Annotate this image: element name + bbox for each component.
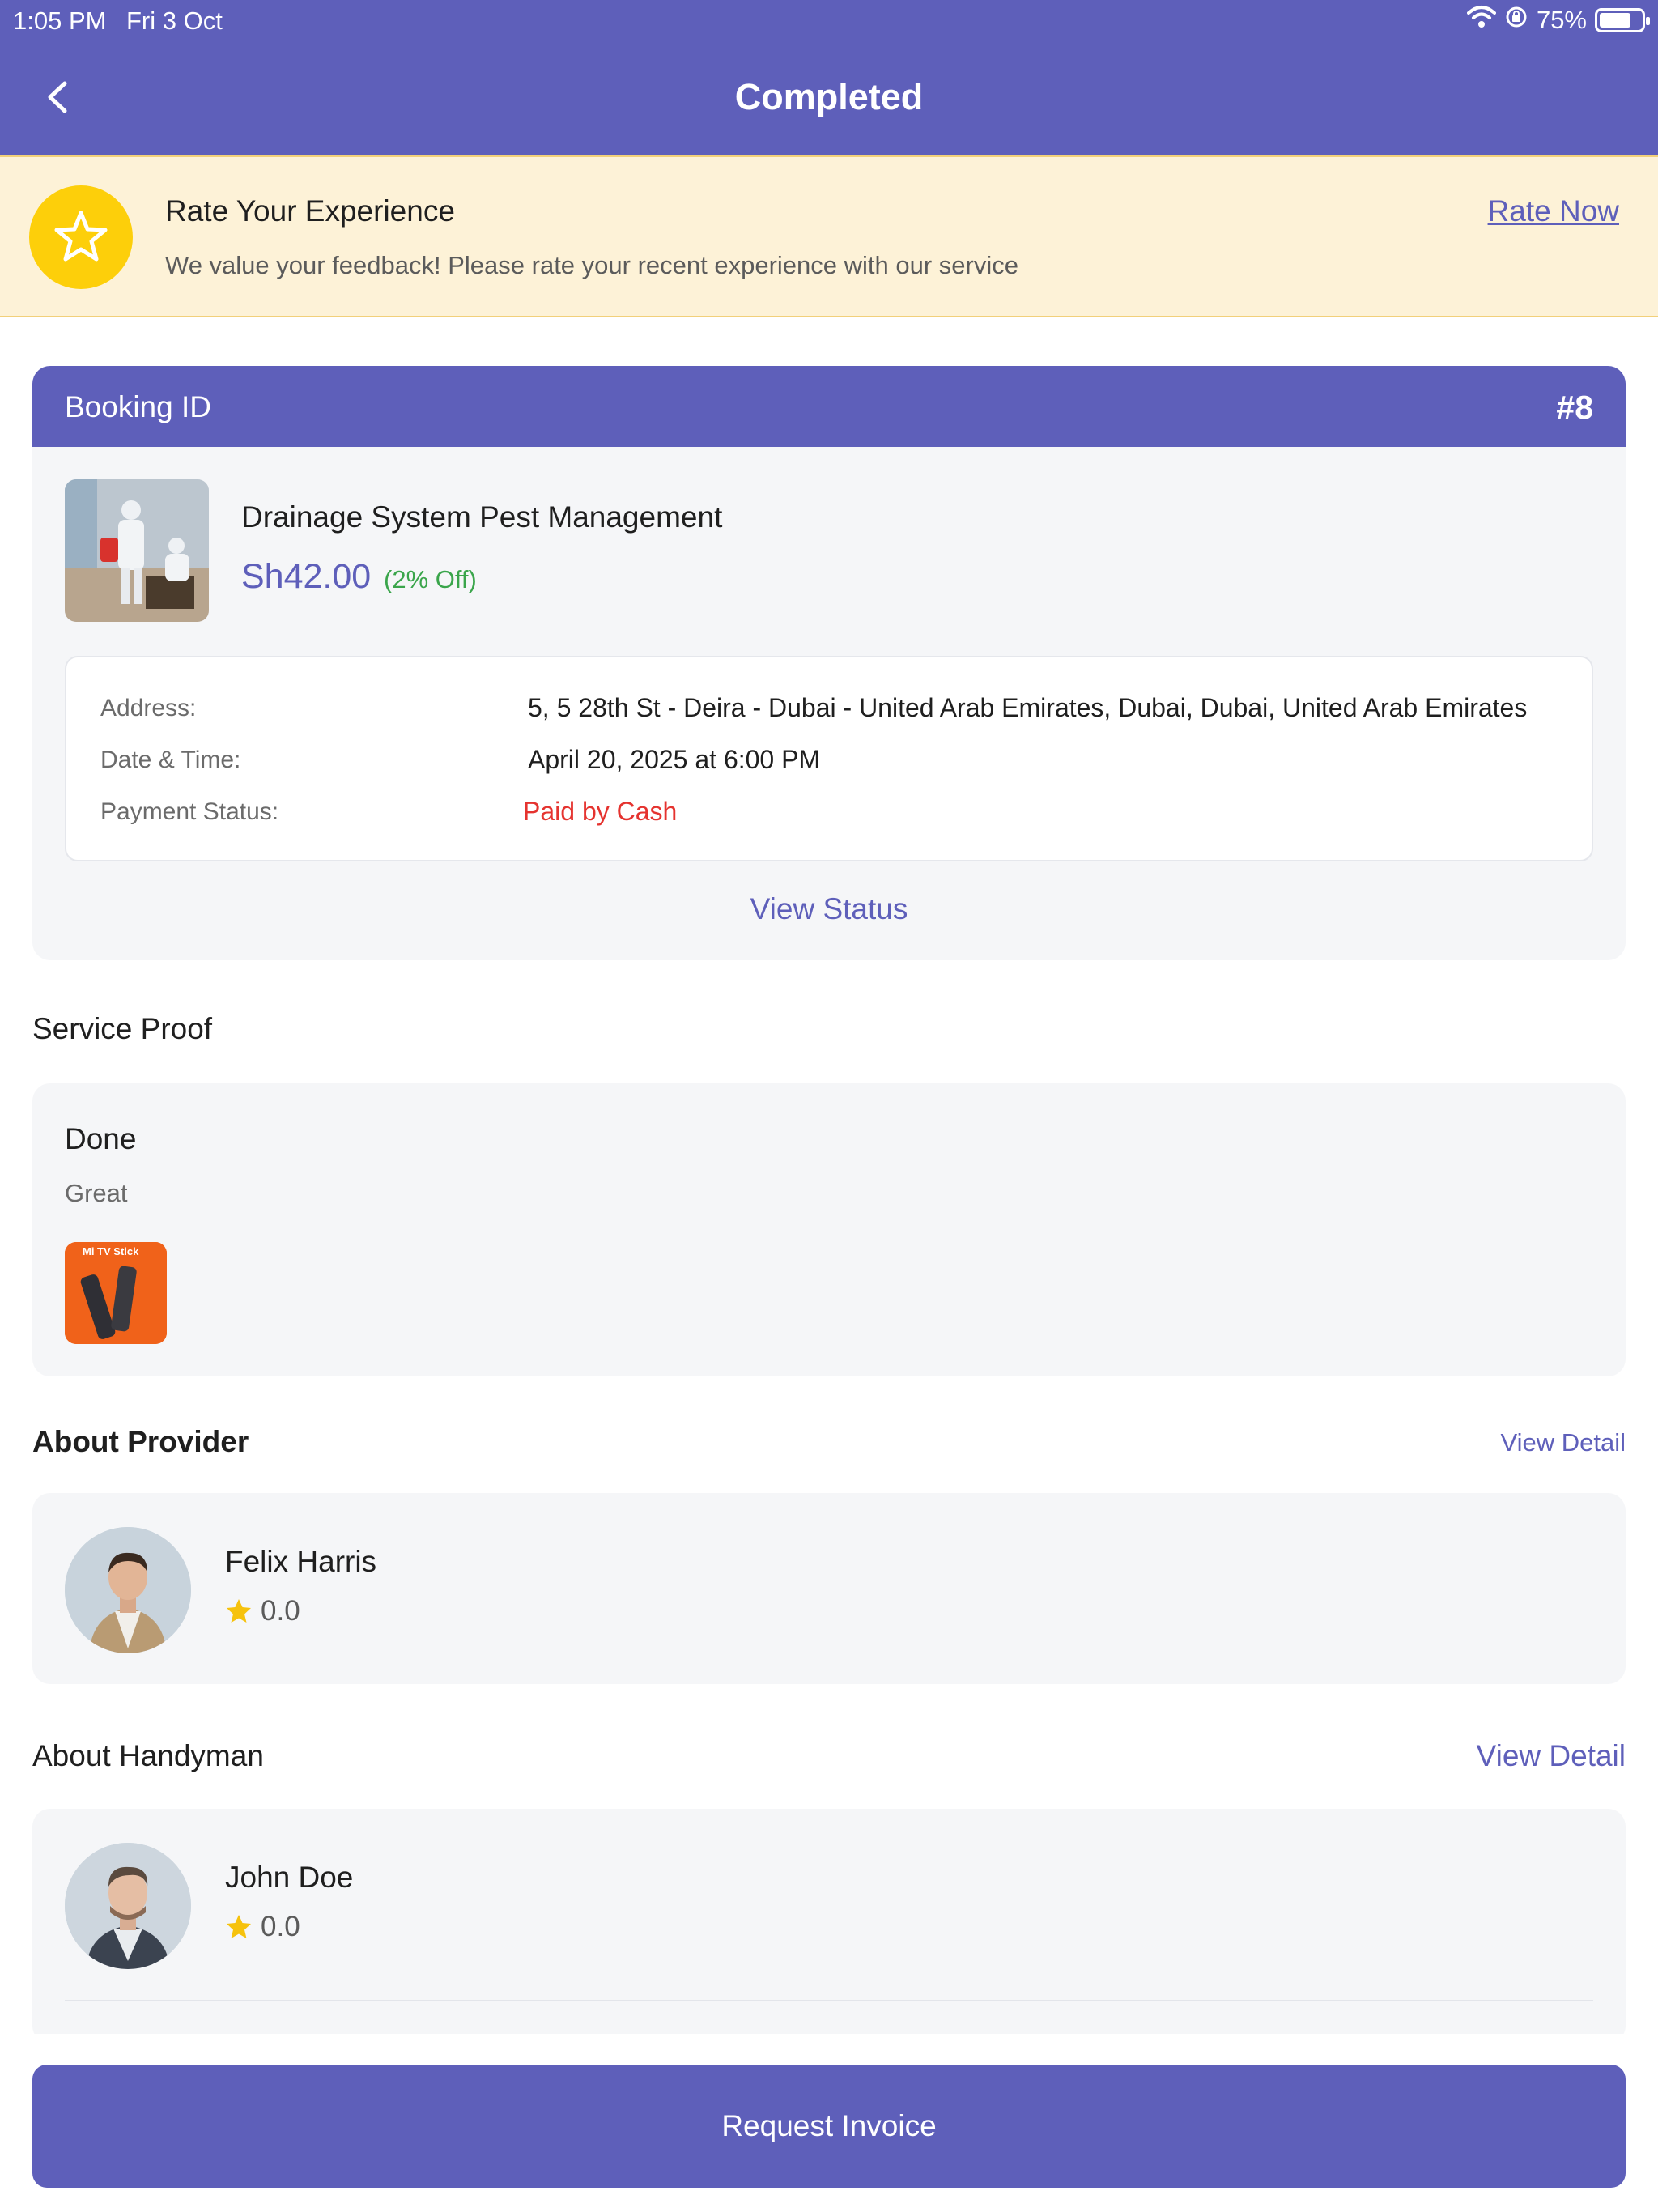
discount-badge: (2% Off) bbox=[384, 565, 477, 593]
provider-card[interactable]: Felix Harris 0.0 bbox=[32, 1493, 1626, 1684]
service-proof-card: Done Great Mi TV Stick bbox=[32, 1083, 1626, 1376]
request-invoice-button[interactable]: Request Invoice bbox=[32, 2065, 1626, 2188]
service-image bbox=[65, 479, 209, 622]
battery-percent: 75% bbox=[1536, 6, 1587, 34]
provider-avatar bbox=[65, 1527, 191, 1653]
handyman-rating-value: 0.0 bbox=[261, 1911, 300, 1942]
booking-id-value: #8 bbox=[1556, 389, 1593, 426]
wifi-icon bbox=[1466, 5, 1496, 36]
provider-view-detail-link[interactable]: View Detail bbox=[1500, 1428, 1626, 1457]
battery-icon bbox=[1595, 8, 1650, 32]
proof-image-label: Mi TV Stick bbox=[83, 1245, 139, 1257]
handyman-rating: 0.0 bbox=[225, 1911, 300, 1943]
booking-header: Booking ID #8 bbox=[32, 366, 1626, 447]
app-header: 1:05 PM Fri 3 Oct 75% Completed bbox=[0, 0, 1658, 155]
rate-title: Rate Your Experience bbox=[165, 194, 455, 228]
service-name: Drainage System Pest Management bbox=[241, 500, 723, 534]
proof-description: Great bbox=[65, 1179, 128, 1207]
handyman-avatar bbox=[65, 1843, 191, 1969]
star-icon bbox=[227, 1599, 251, 1623]
rate-subtitle: We value your feedback! Please rate your… bbox=[165, 251, 1018, 279]
page-title: Completed bbox=[734, 76, 924, 117]
booking-id-label: Booking ID bbox=[65, 390, 211, 423]
status-indicators: 75% bbox=[1466, 5, 1650, 36]
rate-experience-banner: Rate Your Experience We value your feedb… bbox=[0, 155, 1658, 317]
status-time: 1:05 PM bbox=[13, 6, 107, 35]
service-price: Sh42.00 bbox=[241, 557, 372, 596]
handyman-view-detail-link[interactable]: View Detail bbox=[1477, 1739, 1626, 1773]
provider-rating: 0.0 bbox=[225, 1595, 300, 1627]
handyman-card[interactable]: John Doe 0.0 bbox=[32, 1809, 1626, 2044]
address-label: Address: bbox=[100, 695, 197, 721]
booking-details: Address: 5, 5 28th St - Deira - Dubai - … bbox=[65, 656, 1593, 861]
status-date: Fri 3 Oct bbox=[126, 6, 223, 35]
payment-status-label: Payment Status: bbox=[100, 798, 279, 825]
provider-name: Felix Harris bbox=[225, 1545, 377, 1578]
rate-now-link[interactable]: Rate Now bbox=[1488, 194, 1619, 228]
datetime-label: Date & Time: bbox=[100, 747, 241, 773]
payment-status-value: Paid by Cash bbox=[523, 797, 678, 826]
provider-rating-value: 0.0 bbox=[261, 1595, 300, 1627]
view-status-button[interactable]: View Status bbox=[32, 892, 1626, 926]
service-proof-heading: Service Proof bbox=[32, 1012, 213, 1045]
star-badge-icon bbox=[29, 185, 133, 289]
proof-image[interactable]: Mi TV Stick bbox=[65, 1242, 167, 1344]
orientation-lock-icon bbox=[1504, 5, 1528, 36]
star-icon bbox=[227, 1915, 251, 1938]
datetime-value: April 20, 2025 at 6:00 PM bbox=[528, 745, 821, 774]
about-provider-heading: About Provider bbox=[32, 1425, 249, 1458]
divider bbox=[65, 2000, 1593, 2001]
booking-card: Booking ID #8 Drainage System Pest Manag… bbox=[32, 366, 1626, 960]
status-bar: 1:05 PM Fri 3 Oct 75% bbox=[0, 0, 1658, 40]
proof-title: Done bbox=[65, 1122, 137, 1155]
address-value: 5, 5 28th St - Deira - Dubai - United Ar… bbox=[528, 693, 1528, 722]
handyman-name: John Doe bbox=[225, 1861, 354, 1894]
about-handyman-heading: About Handyman bbox=[32, 1739, 264, 1772]
